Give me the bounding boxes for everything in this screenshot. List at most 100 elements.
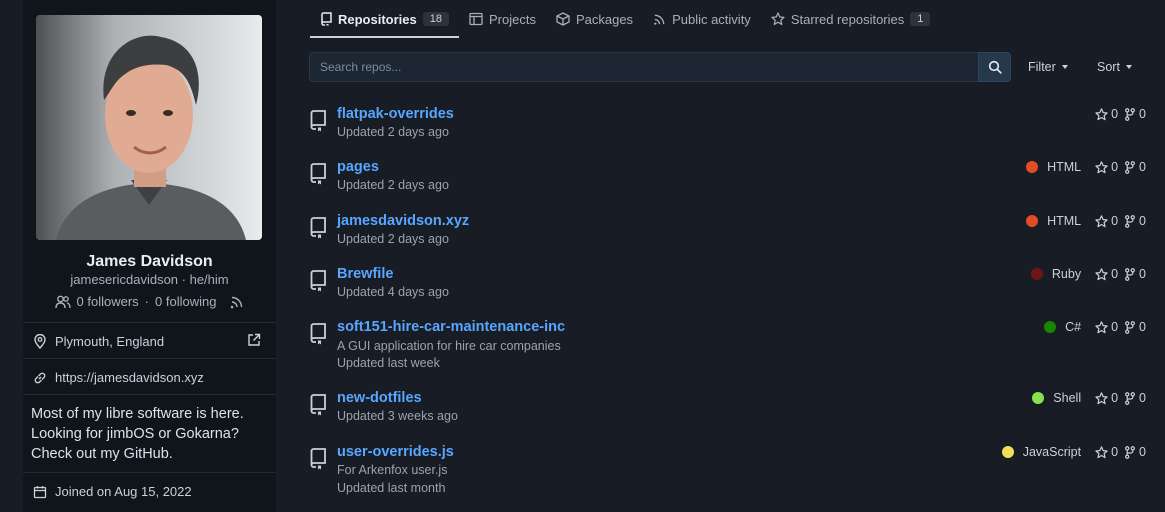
forks-count: 0	[1139, 391, 1146, 405]
language-color-dot	[1001, 446, 1014, 458]
location-text: Plymouth, England	[55, 334, 165, 349]
profile-sidebar: James Davidson jamesericdavidson · he/hi…	[23, 0, 276, 512]
location-pin-icon	[34, 334, 46, 349]
repo-name-link[interactable]: jamesdavidson.xyz	[337, 213, 469, 229]
forks-link[interactable]: 0	[1124, 391, 1146, 405]
repo-description: A GUI application for hire car companies	[337, 339, 561, 353]
star-icon	[1095, 160, 1108, 173]
tab-label: Packages	[575, 11, 634, 27]
repo-name-link[interactable]: user-overrides.js	[337, 444, 454, 460]
caret-down-icon	[1061, 65, 1068, 69]
forks-link[interactable]: 0	[1124, 214, 1146, 228]
forks-count: 0	[1139, 267, 1146, 281]
tab-repositories[interactable]: Repositories 18	[310, 0, 459, 38]
external-link-icon[interactable]	[247, 333, 261, 347]
star-icon	[1095, 214, 1108, 227]
language-color-dot	[1030, 268, 1043, 280]
follow-stats: 0 followers · 0 following	[23, 294, 276, 309]
forks-count: 0	[1139, 320, 1146, 334]
project-icon	[469, 12, 483, 26]
forks-count: 0	[1139, 160, 1146, 174]
fork-icon	[1125, 107, 1136, 121]
repo-meta: Shell 0 0	[1032, 391, 1146, 405]
forks-link[interactable]: 0	[1124, 320, 1146, 334]
rss-icon[interactable]	[230, 295, 244, 309]
repo-icon	[310, 270, 326, 292]
website-row: https://jamesdavidson.xyz	[33, 370, 204, 385]
separator-dot: ·	[144, 294, 150, 309]
count-badge: 18	[422, 12, 449, 26]
joined-text: Joined on Aug 15, 2022	[55, 484, 192, 499]
repo-updated: Updated last month	[337, 481, 446, 495]
profile-bio: Most of my libre software is here. Looki…	[31, 406, 244, 462]
followers-link[interactable]: 0 followers	[77, 294, 139, 309]
forks-link[interactable]: 0	[1124, 445, 1146, 459]
repo-name-link[interactable]: flatpak-overrides	[337, 106, 454, 122]
repo-updated: Updated 2 days ago	[337, 178, 449, 192]
stars-link[interactable]: 0	[1095, 320, 1118, 334]
divider	[23, 394, 276, 395]
stars-link[interactable]: 0	[1095, 391, 1118, 405]
fork-icon	[1125, 391, 1136, 405]
repo-updated: Updated last week	[337, 356, 440, 370]
tab-label: Projects	[489, 11, 536, 27]
star-icon	[1095, 107, 1108, 120]
repo-icon	[321, 12, 332, 26]
repo-language: C#	[1065, 320, 1082, 334]
repo-meta: JavaScript 0 0	[1001, 445, 1146, 459]
stars-link[interactable]: 0	[1095, 107, 1118, 121]
tab-packages[interactable]: Packages	[546, 0, 643, 38]
fork-icon	[1125, 160, 1136, 174]
stars-link[interactable]: 0	[1095, 267, 1118, 281]
star-icon	[771, 12, 785, 26]
joined-row: Joined on Aug 15, 2022	[33, 484, 192, 499]
website-link[interactable]: https://jamesdavidson.xyz	[55, 370, 204, 385]
fork-icon	[1125, 445, 1136, 459]
forks-link[interactable]: 0	[1124, 160, 1146, 174]
tab-starred-repositories[interactable]: Starred repositories 1	[761, 0, 941, 38]
stars-link[interactable]: 0	[1095, 445, 1118, 459]
filter-dropdown[interactable]: Filter	[1028, 52, 1068, 82]
package-icon	[556, 12, 570, 26]
caret-down-icon	[1125, 65, 1132, 69]
stars-count: 0	[1111, 320, 1119, 334]
tab-label: Starred repositories	[790, 11, 905, 27]
repo-icon	[310, 110, 326, 132]
repo-icon	[310, 323, 326, 345]
tab-public-activity[interactable]: Public activity	[643, 0, 761, 38]
profile-handle: jamesericdavidson · he/him	[70, 272, 229, 287]
link-icon	[34, 372, 46, 383]
repo-updated: Updated 2 days ago	[337, 125, 449, 139]
search-input[interactable]	[309, 52, 979, 82]
repo-name-link[interactable]: soft151-hire-car-maintenance-inc	[337, 319, 565, 335]
repo-meta: HTML 0 0	[1026, 214, 1146, 228]
star-icon	[1095, 445, 1108, 458]
repo-meta: C# 0 0	[1044, 320, 1146, 334]
repo-name-link[interactable]: pages	[337, 159, 379, 175]
divider	[23, 322, 276, 323]
following-link[interactable]: 0 following	[155, 294, 216, 309]
repo-icon	[310, 394, 326, 416]
language-color-dot	[1026, 215, 1039, 227]
forks-link[interactable]: 0	[1124, 107, 1146, 121]
language-color-dot	[1026, 161, 1039, 173]
avatar	[36, 15, 262, 240]
repo-icon	[310, 217, 326, 239]
search-icon	[988, 60, 1002, 74]
repo-language: Shell	[1053, 391, 1082, 405]
repo-name-link[interactable]: new-dotfiles	[337, 390, 422, 406]
forks-link[interactable]: 0	[1124, 267, 1146, 281]
profile-tabs: Repositories 18 Projects Packages Public…	[310, 0, 940, 38]
fork-icon	[1125, 320, 1136, 334]
forks-count: 0	[1139, 214, 1146, 228]
sort-dropdown[interactable]: Sort	[1097, 52, 1132, 82]
repo-language: JavaScript	[1022, 445, 1082, 459]
stars-link[interactable]: 0	[1095, 214, 1118, 228]
search-button[interactable]	[978, 52, 1011, 82]
tab-label: Public activity	[672, 11, 751, 27]
language-color-dot	[1032, 392, 1045, 404]
stars-link[interactable]: 0	[1095, 160, 1118, 174]
language-color-dot	[1044, 321, 1057, 333]
tab-projects[interactable]: Projects	[459, 0, 546, 38]
repo-name-link[interactable]: Brewfile	[337, 266, 393, 282]
